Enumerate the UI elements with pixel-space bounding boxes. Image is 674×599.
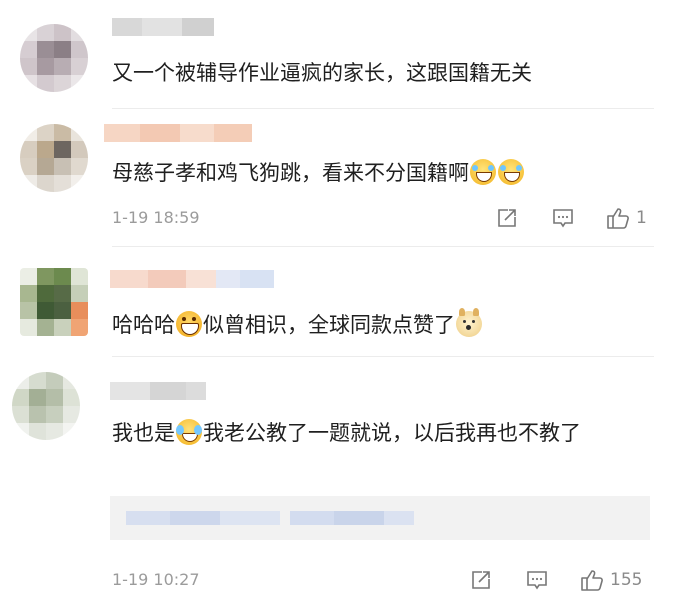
comment-text: 又一个被辅导作业逼疯的家长，这跟国籍无关 — [112, 56, 654, 90]
cry-laugh-emoji — [176, 419, 202, 445]
laugh-cry-emoji — [470, 159, 496, 185]
divider — [112, 246, 654, 247]
comment-text: 母慈子孝和鸡飞狗跳，看来不分国籍啊 — [112, 156, 654, 190]
comment-item: 我也是 我老公教了一题就说，以后我再也不教了 1-19 10:27 155 — [0, 358, 674, 599]
share-button[interactable] — [496, 206, 518, 230]
grin-emoji — [176, 311, 202, 337]
avatar[interactable] — [20, 124, 88, 192]
like-count: 155 — [610, 570, 643, 590]
like-button[interactable]: 1 — [606, 206, 647, 230]
like-button[interactable]: 155 — [580, 568, 642, 592]
comment-icon — [527, 571, 547, 590]
comment-text: 我也是 我老公教了一题就说，以后我再也不教了 — [112, 416, 660, 450]
comment-item: 母慈子孝和鸡飞狗跳，看来不分国籍啊 1-19 18:59 1 — [0, 110, 674, 248]
like-icon — [607, 208, 629, 229]
share-icon — [498, 209, 516, 227]
avatar[interactable] — [12, 372, 80, 440]
timestamp: 1-19 10:27 — [112, 570, 200, 589]
comment-text-content: 又一个被辅导作业逼疯的家长，这跟国籍无关 — [112, 61, 532, 85]
comment-meta: 1-19 18:59 1 — [112, 206, 654, 230]
like-icon — [581, 570, 603, 591]
avatar[interactable] — [20, 24, 88, 92]
doge-emoji — [456, 308, 482, 337]
username-blurred[interactable] — [110, 270, 274, 288]
avatar[interactable] — [20, 268, 88, 336]
comment-icon — [553, 209, 573, 228]
comment-item: 哈哈哈 似曾相识，全球同款点赞了 — [0, 248, 674, 358]
reply-blurred — [126, 511, 280, 525]
share-button[interactable] — [470, 568, 492, 592]
comment-button[interactable] — [552, 206, 574, 230]
comment-text-content: 我老公教了一题就说，以后我再也不教了 — [203, 421, 581, 445]
comment-button[interactable] — [526, 568, 548, 592]
like-count: 1 — [636, 208, 647, 228]
username-blurred[interactable] — [110, 382, 206, 400]
comment-text-content: 哈哈哈 — [112, 313, 175, 337]
comment-text-content: 似曾相识，全球同款点赞了 — [203, 313, 455, 337]
reply-blurred — [290, 511, 414, 525]
laugh-cry-emoji — [498, 159, 524, 185]
comment-text-content: 我也是 — [112, 421, 175, 445]
username-blurred[interactable] — [104, 124, 252, 142]
divider — [112, 108, 654, 109]
comment-meta: 1-19 10:27 155 — [112, 568, 654, 592]
comment-item: 又一个被辅导作业逼疯的家长，这跟国籍无关 — [0, 0, 674, 110]
timestamp: 1-19 18:59 — [112, 208, 200, 227]
comment-text: 哈哈哈 似曾相识，全球同款点赞了 — [112, 308, 654, 342]
username-blurred[interactable] — [112, 18, 214, 36]
share-icon — [472, 571, 490, 589]
comment-text-content: 母慈子孝和鸡飞狗跳，看来不分国籍啊 — [112, 161, 469, 185]
divider — [112, 356, 654, 357]
replies-preview[interactable] — [110, 496, 650, 540]
